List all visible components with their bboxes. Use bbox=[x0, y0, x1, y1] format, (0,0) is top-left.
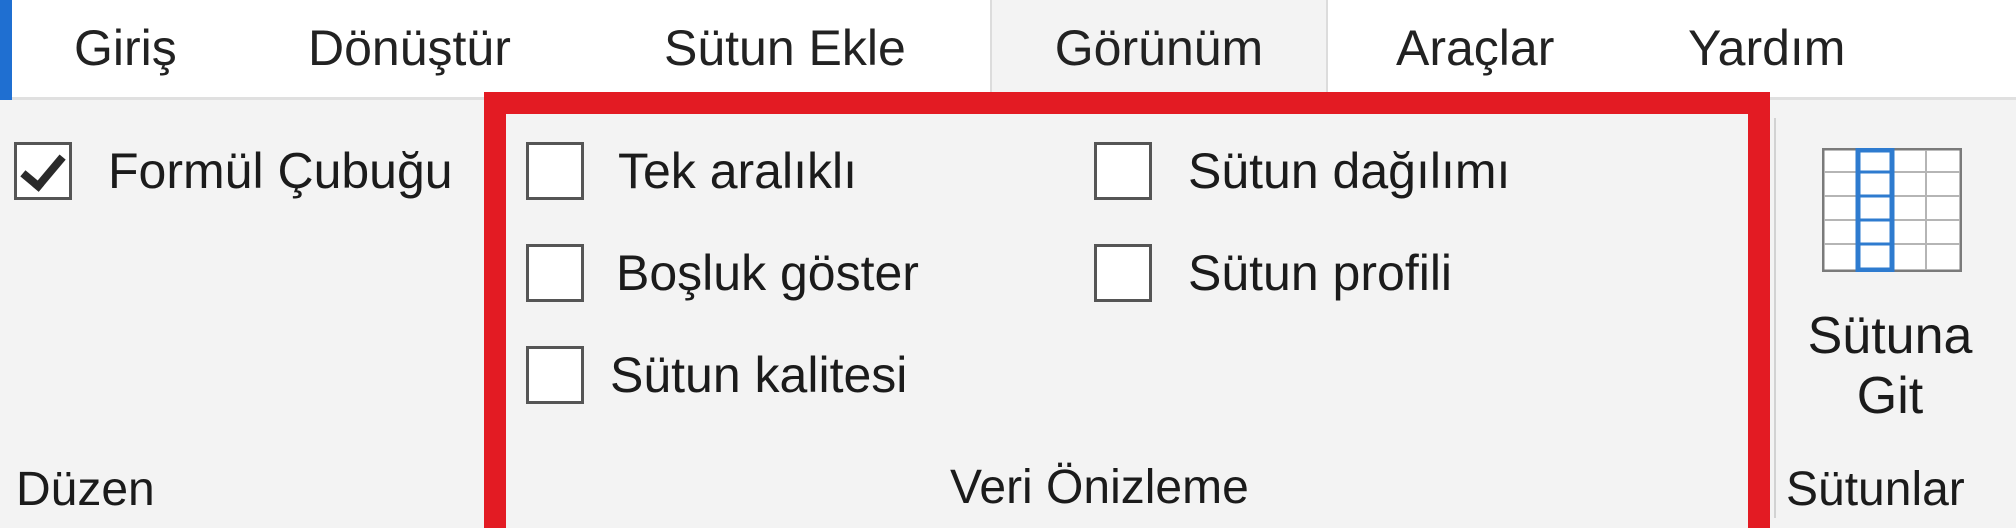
ribbon-tab-bar: Giriş Dönüştür Sütun Ekle Görünüm Araçla… bbox=[0, 0, 2016, 100]
tab-sutun-ekle[interactable]: Sütun Ekle bbox=[664, 0, 906, 97]
column-quality-checkbox[interactable] bbox=[526, 346, 584, 404]
tab-yardim[interactable]: Yardım bbox=[1688, 0, 1845, 97]
tab-edge-accent bbox=[0, 0, 12, 100]
show-whitespace-label[interactable]: Boşluk göster bbox=[616, 244, 919, 302]
formula-bar-checkbox[interactable] bbox=[14, 142, 72, 200]
monospaced-checkbox[interactable] bbox=[526, 142, 584, 200]
column-quality-label[interactable]: Sütun kalitesi bbox=[610, 346, 907, 404]
tab-araclar[interactable]: Araçlar bbox=[1396, 0, 1554, 97]
monospaced-label[interactable]: Tek aralıklı bbox=[618, 142, 857, 200]
goto-column-button-label[interactable]: Sütuna Git bbox=[1780, 306, 2000, 426]
column-distribution-label[interactable]: Sütun dağılımı bbox=[1188, 142, 1510, 200]
goto-column-label-line2: Git bbox=[1856, 367, 1924, 425]
formula-bar-label[interactable]: Formül Çubuğu bbox=[108, 142, 453, 200]
tab-donustur[interactable]: Dönüştür bbox=[308, 0, 511, 97]
columns-group-label: Sütunlar bbox=[1786, 463, 1965, 516]
data-preview-group-label: Veri Önizleme bbox=[950, 461, 1249, 514]
tab-giris[interactable]: Giriş bbox=[74, 0, 177, 97]
tab-gorunum[interactable]: Görünüm bbox=[990, 0, 1328, 97]
column-distribution-checkbox[interactable] bbox=[1094, 142, 1152, 200]
goto-column-label-line1: Sütuna bbox=[1807, 307, 1973, 365]
column-profile-checkbox[interactable] bbox=[1094, 244, 1152, 302]
show-whitespace-checkbox[interactable] bbox=[526, 244, 584, 302]
column-profile-label[interactable]: Sütun profili bbox=[1188, 244, 1452, 302]
goto-column-icon[interactable] bbox=[1822, 148, 1962, 272]
layout-group-label: Düzen bbox=[16, 463, 155, 516]
group-separator bbox=[1774, 118, 1776, 518]
